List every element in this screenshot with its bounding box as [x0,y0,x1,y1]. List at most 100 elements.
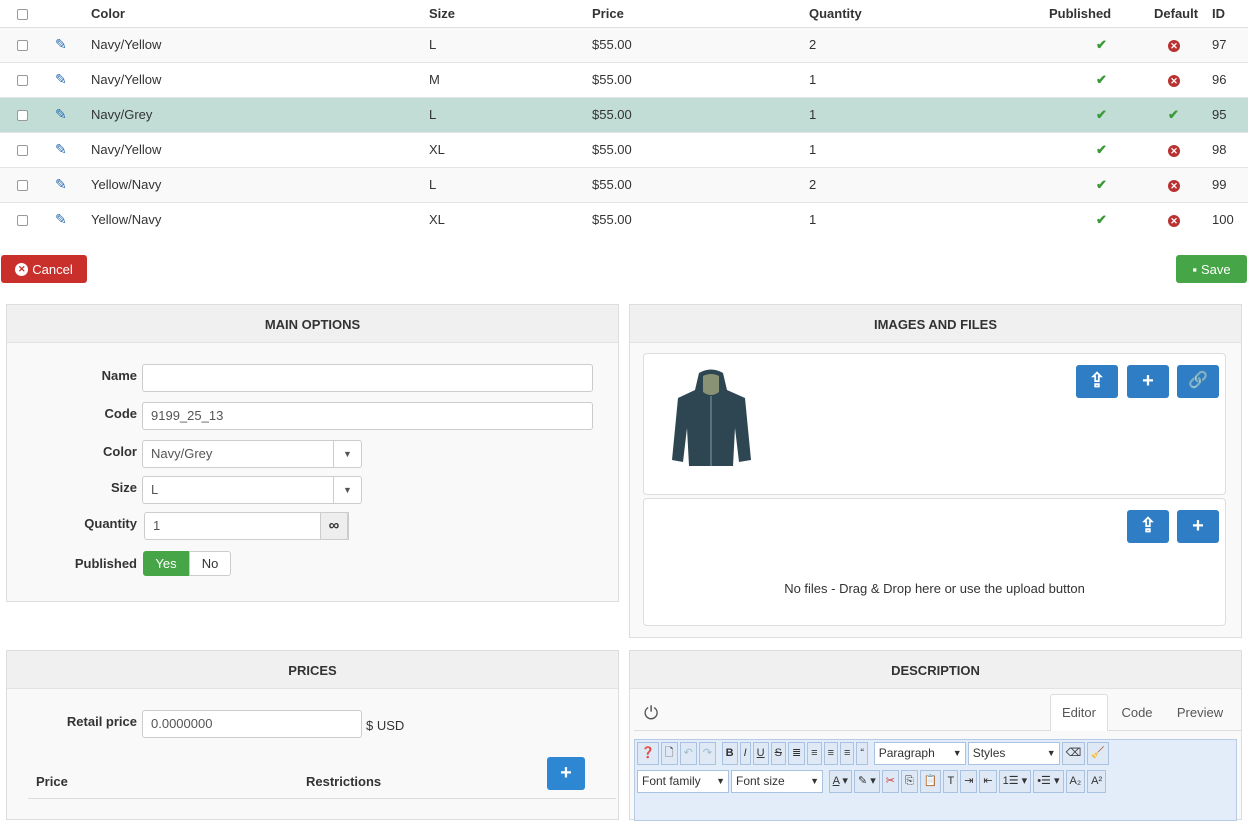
link-image-button[interactable]: 🔗 [1177,365,1219,398]
copy-icon[interactable]: ⎘ [900,770,918,793]
tab-code[interactable]: Code [1110,705,1164,720]
tab-preview[interactable]: Preview [1170,705,1230,720]
upload-image-button[interactable]: ⇪ [1076,365,1118,398]
paste-text-icon[interactable]: T [943,770,959,793]
images-dropzone[interactable]: ⇪ + 🔗 [643,353,1226,495]
not-default-icon[interactable]: ✕ [1168,75,1180,87]
text-color-icon[interactable]: A ▾ [828,770,852,793]
help-icon[interactable]: ❓ [637,742,659,765]
table-row[interactable]: ✎ Navy/Yellow M $55.00 1 ✔ ✕ 96 [0,61,1248,97]
align-left-icon[interactable]: ≡ [823,742,838,765]
infinity-icon[interactable]: ∞ [320,512,348,540]
indent-icon[interactable]: ⇥ [960,770,978,793]
code-label: Code [104,406,138,421]
italic-icon[interactable]: I [739,742,751,765]
size-select[interactable]: L ▼ [142,476,362,504]
edit-icon[interactable]: ✎ [55,176,67,192]
row-checkbox[interactable] [17,145,28,157]
bullet-list-icon[interactable]: •☰ ▾ [1033,770,1064,793]
published-no-button[interactable]: No [189,551,231,576]
save-button[interactable]: ▪ Save [1176,255,1247,283]
published-check-icon[interactable]: ✔ [1096,177,1107,192]
default-check-icon[interactable]: ✔ [1168,107,1179,122]
underline-icon[interactable]: U [752,742,769,765]
published-yes-button[interactable]: Yes [143,551,189,576]
prices-panel: PRICES Retail price 0.0000000 $ USD Pric… [6,650,619,820]
col-size[interactable]: Size [429,0,592,28]
col-color[interactable]: Color [91,0,429,28]
outdent-icon[interactable]: ⇤ [979,770,997,793]
product-image-jacket[interactable] [669,368,754,470]
col-price[interactable]: Price [592,0,809,28]
col-id[interactable]: ID [1212,0,1248,28]
bold-icon[interactable]: B [721,742,738,765]
quantity-input[interactable]: 1 [144,512,349,540]
align-center-icon[interactable]: ≡ [807,742,822,765]
align-right-icon[interactable]: ≡ [840,742,855,765]
numbered-list-icon[interactable]: 1☰ ▾ [998,770,1032,793]
font-size-select[interactable]: Font size ▼ [731,770,823,793]
select-all-checkbox[interactable] [17,8,28,20]
table-row[interactable]: ✎ Yellow/Navy XL $55.00 1 ✔ ✕ 100 [0,201,1248,237]
retail-price-input[interactable]: 0.0000000 [142,710,362,738]
col-default[interactable]: Default [1154,0,1212,28]
undo-icon[interactable]: ↶ [679,742,697,765]
cancel-button[interactable]: ✕ Cancel [1,255,87,283]
table-row[interactable]: ✎ Yellow/Navy L $55.00 2 ✔ ✕ 99 [0,166,1248,202]
color-select[interactable]: Navy/Grey ▼ [142,440,362,468]
add-file-button[interactable]: + [1177,510,1219,543]
cell-color: Navy/Yellow [91,61,429,97]
format-select[interactable]: Paragraph ▼ [873,742,966,765]
table-row[interactable]: ✎ Navy/Grey L $55.00 1 ✔ ✔ 95 [0,96,1248,132]
table-row[interactable]: ✎ Navy/Yellow L $55.00 2 ✔ ✕ 97 [0,26,1248,62]
published-check-icon[interactable]: ✔ [1096,37,1107,52]
add-price-button[interactable]: + [547,757,585,790]
code-input[interactable]: 9199_25_13 [142,402,593,430]
published-check-icon[interactable]: ✔ [1096,142,1107,157]
main-options-panel: MAIN OPTIONS Name Code 9199_25_13 Color … [6,304,619,602]
subscript-icon[interactable]: A₂ [1065,770,1086,793]
row-checkbox[interactable] [17,110,28,122]
not-default-icon[interactable]: ✕ [1168,215,1180,228]
add-image-button[interactable]: + [1127,365,1169,398]
highlight-icon[interactable]: ✎ ▾ [853,770,880,793]
table-row[interactable]: ✎ Navy/Yellow XL $55.00 1 ✔ ✕ 98 [0,131,1248,167]
row-checkbox[interactable] [17,40,28,52]
not-default-icon[interactable]: ✕ [1168,40,1180,52]
power-icon[interactable]: ⏻ [644,703,658,724]
not-default-icon[interactable]: ✕ [1168,180,1180,192]
row-checkbox[interactable] [17,215,28,227]
styles-select[interactable]: Styles ▼ [967,742,1060,765]
cut-icon[interactable]: ✂ [881,770,899,793]
edit-icon[interactable]: ✎ [55,211,67,227]
new-document-icon[interactable]: 🗋 [660,742,678,765]
row-checkbox[interactable] [17,180,28,192]
col-quantity[interactable]: Quantity [809,0,1049,28]
col-published[interactable]: Published [1049,0,1154,28]
superscript-icon[interactable]: A² [1087,770,1107,793]
upload-file-button[interactable]: ⇪ [1127,510,1169,543]
paste-icon[interactable]: 📋 [919,770,942,793]
files-dropzone[interactable]: ⇪ + No files - Drag & Drop here or use t… [643,498,1226,626]
not-default-icon[interactable]: ✕ [1168,145,1180,157]
published-check-icon[interactable]: ✔ [1096,72,1107,87]
edit-icon[interactable]: ✎ [55,141,67,157]
col-restrictions: Restrictions [306,774,382,789]
edit-icon[interactable]: ✎ [55,106,67,122]
edit-icon[interactable]: ✎ [55,71,67,87]
tab-editor[interactable]: Editor [1050,694,1108,731]
eraser-icon[interactable]: ⌫ [1061,742,1086,765]
published-check-icon[interactable]: ✔ [1096,212,1107,227]
published-check-icon[interactable]: ✔ [1096,107,1107,122]
name-input[interactable] [142,364,593,392]
redo-icon[interactable]: ↷ [698,742,716,765]
blockquote-icon[interactable]: “ [856,742,869,765]
cell-id: 97 [1212,26,1248,62]
align-justify-icon[interactable]: ≣ [787,742,806,765]
strikethrough-icon[interactable]: S [770,742,786,765]
cell-color: Yellow/Navy [91,201,429,237]
row-checkbox[interactable] [17,75,28,87]
edit-icon[interactable]: ✎ [55,36,67,52]
font-family-select[interactable]: Font family ▼ [637,770,729,793]
broom-icon[interactable]: 🧹 [1087,742,1109,765]
